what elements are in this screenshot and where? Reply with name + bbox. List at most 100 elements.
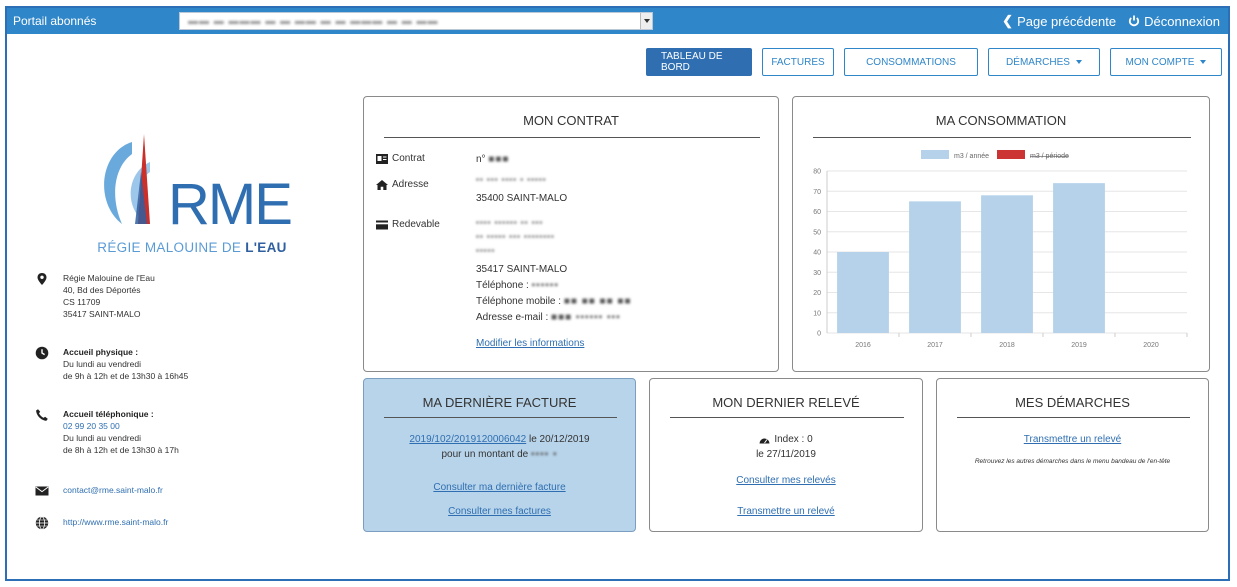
- x-tick-label: 2017: [927, 342, 943, 349]
- contract-card: MON CONTRAT Contrat n° ■■■ Adresse ▪▪ ▪▪…: [363, 96, 779, 372]
- title-divider: [670, 417, 904, 418]
- home-icon: [376, 179, 388, 190]
- title-divider: [957, 417, 1190, 418]
- y-tick-label: 40: [813, 250, 821, 257]
- y-tick-label: 50: [813, 229, 821, 236]
- reading-index: Index : 0: [774, 434, 813, 445]
- tab-consommations[interactable]: CONSOMMATIONS: [844, 48, 978, 76]
- title-divider: [384, 417, 617, 418]
- map-marker-icon: [37, 273, 47, 285]
- invoice-amount-label: pour un montant de: [441, 449, 529, 460]
- back-link[interactable]: ❮ Page précédente: [1002, 13, 1116, 29]
- legend-label-period: m3 / période: [1030, 153, 1069, 160]
- payer-mobile: Téléphone mobile : ■■ ■■ ■■ ■■: [476, 296, 632, 307]
- payer-line-2: ▪▪ ▪▪▪▪▪ ▪▪▪ ▪▪▪▪▪▪▪▪: [476, 232, 555, 241]
- email-link[interactable]: contact@rme.saint-malo.fr: [63, 485, 163, 495]
- account-select[interactable]: ▬▬ ▬ ▬▬▬ ▬ ▬ ▬▬ ▬ ▬ ▬▬▬ ▬ ▬ ▬▬: [179, 12, 653, 30]
- tab-label: TABLEAU DE BORD: [661, 51, 723, 73]
- website-link[interactable]: http://www.rme.saint-malo.fr: [63, 517, 168, 527]
- tab-tableau-de-bord[interactable]: TABLEAU DE BORD: [646, 48, 752, 76]
- tab-demarches[interactable]: DÉMARCHES: [988, 48, 1100, 76]
- invoice-ref-link[interactable]: 2019/102/2019120006042: [409, 434, 526, 445]
- logo-subtitle-b: L'EAU: [245, 240, 287, 255]
- payer-label-text: Redevable: [392, 219, 440, 230]
- address-line-2: 35400 SAINT-MALO: [476, 193, 568, 204]
- y-tick-label: 60: [813, 209, 821, 216]
- bar-2016[interactable]: [837, 252, 889, 333]
- y-tick-label: 10: [813, 310, 821, 317]
- physical-line: de 9h à 12h et de 13h30 à 16h45: [63, 371, 189, 381]
- payer-email-value: ■■■ ▪▪▪▪▪▪ ▪▪▪: [551, 312, 621, 323]
- title-divider: [813, 137, 1191, 138]
- x-tick-label: 2018: [999, 342, 1015, 349]
- payer-label: Redevable: [376, 219, 440, 230]
- phone-title: Accueil téléphonique :: [63, 409, 154, 419]
- id-card-icon: [376, 153, 388, 164]
- x-tick-label: 2020: [1143, 342, 1159, 349]
- chevron-down-icon: [1200, 60, 1207, 64]
- contract-number-prefix: n°: [476, 154, 486, 165]
- logo-subtitle: RÉGIE MALOUINE DE L'EAU: [92, 240, 292, 255]
- select-caret-icon[interactable]: [640, 13, 652, 29]
- last-reading-title: MON DERNIER RELEVÉ: [712, 395, 860, 410]
- payer-phone: Téléphone : ▪▪▪▪▪▪: [476, 280, 559, 291]
- back-link-label: Page précédente: [1017, 13, 1117, 29]
- modify-info-link[interactable]: Modifier les informations: [476, 338, 584, 349]
- credit-card-icon: [376, 220, 388, 229]
- tab-label: DÉMARCHES: [1006, 56, 1070, 68]
- power-icon: [1129, 15, 1140, 27]
- consumption-card-title: MA CONSOMMATION: [935, 113, 1067, 128]
- y-tick-label: 80: [813, 169, 821, 176]
- view-invoices-link[interactable]: Consulter mes factures: [364, 506, 635, 517]
- invoice-date: le 20/12/2019: [526, 434, 590, 445]
- bar-2017[interactable]: [909, 201, 961, 333]
- logout-label: Déconnexion: [1144, 13, 1220, 29]
- consumption-chart: m3 / année m3 / période 0 10 20 30 40 50 60 70 8…: [813, 150, 1188, 349]
- y-tick-label: 30: [813, 270, 821, 277]
- consumption-card: MA CONSOMMATION m3 / année m3 / période …: [792, 96, 1210, 372]
- address-line: CS 11709: [63, 297, 101, 307]
- tab-factures[interactable]: FACTURES: [762, 48, 834, 76]
- tab-mon-compte[interactable]: MON COMPTE: [1110, 48, 1222, 76]
- procedures-note: Retrouvez les autres démarches dans le m…: [974, 458, 1171, 465]
- legend-swatch-year: [921, 150, 949, 159]
- procedures-submit-reading-link[interactable]: Transmettre un relevé: [937, 434, 1208, 445]
- title-divider: [384, 137, 760, 138]
- phone-line: de 8h à 12h et de 13h30 à 17h: [63, 445, 179, 455]
- x-tick-label: 2019: [1071, 342, 1087, 349]
- phone-icon: [36, 409, 48, 421]
- reading-index-line: Index : 0: [650, 434, 922, 445]
- last-invoice-card: MA DERNIÈRE FACTURE 2019/102/20191200060…: [363, 378, 636, 532]
- view-readings-link[interactable]: Consulter mes relevés: [650, 475, 922, 486]
- envelope-icon: [35, 486, 49, 496]
- reading-date: le 27/11/2019: [756, 449, 816, 460]
- procedures-title: MES DÉMARCHES: [1015, 395, 1130, 410]
- chevron-down-icon: [1075, 60, 1082, 64]
- view-last-invoice-link[interactable]: Consulter ma dernière facture: [364, 482, 635, 493]
- invoice-amount-line: pour un montant de ▪▪▪▪ ▪: [364, 449, 635, 460]
- contract-number-value: ■■■: [488, 154, 510, 165]
- payer-line-1: ▪▪▪▪ ▪▪▪▪▪▪ ▪▪ ▪▪▪: [476, 218, 544, 227]
- main-nav: TABLEAU DE BORD FACTURES CONSOMMATIONS D…: [646, 48, 1222, 76]
- address-label: Adresse: [376, 179, 429, 190]
- invoice-amount-value: ▪▪▪▪ ▪: [531, 449, 558, 460]
- y-tick-label: 0: [817, 331, 821, 338]
- payer-mobile-value: ■■ ■■ ■■ ■■: [563, 296, 632, 307]
- physical-line: Du lundi au vendredi: [63, 359, 141, 369]
- rme-logo-graphic: RME: [104, 134, 293, 237]
- address-label-text: Adresse: [392, 179, 429, 190]
- legend-label-year: m3 / année: [954, 153, 989, 160]
- app-frame: Portail abonnés ▬▬ ▬ ▬▬▬ ▬ ▬ ▬▬ ▬ ▬ ▬▬▬ …: [5, 6, 1230, 581]
- last-invoice-title: MA DERNIÈRE FACTURE: [422, 395, 577, 410]
- address-line: 35417 SAINT-MALO: [63, 309, 141, 319]
- y-tick-label: 20: [813, 290, 821, 297]
- payer-city: 35417 SAINT-MALO: [476, 264, 568, 275]
- bar-2018[interactable]: [981, 195, 1033, 333]
- contract-card-title: MON CONTRAT: [523, 113, 619, 128]
- chart-bars: [837, 183, 1105, 333]
- y-tick-label: 70: [813, 189, 821, 196]
- submit-reading-link[interactable]: Transmettre un relevé: [650, 506, 922, 517]
- phone-number[interactable]: 02 99 20 35 00: [63, 420, 263, 432]
- logout-link[interactable]: Déconnexion: [1128, 14, 1220, 29]
- bar-2019[interactable]: [1053, 183, 1105, 333]
